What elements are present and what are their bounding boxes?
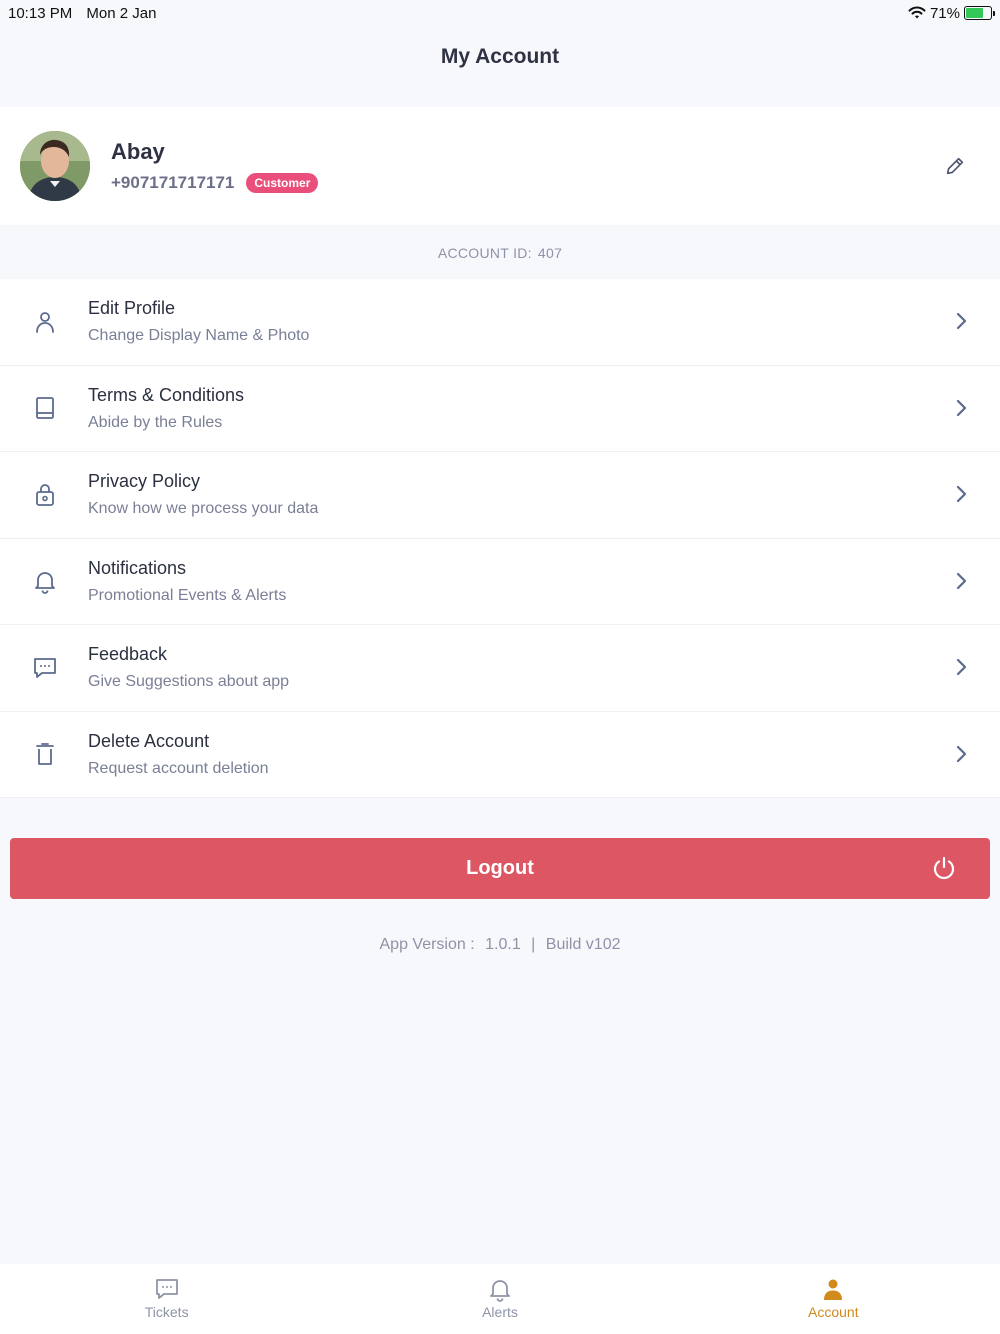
power-icon xyxy=(933,856,955,880)
book-icon xyxy=(36,397,54,420)
menu-title: Notifications xyxy=(88,557,187,578)
bell-icon xyxy=(35,572,55,595)
menu-text: Terms & Conditions Abide by the Rules xyxy=(88,385,244,432)
chevron-right-icon xyxy=(956,312,967,330)
profile-name: Abay xyxy=(111,139,165,164)
wifi-icon xyxy=(908,6,926,19)
account-id-label: ACCOUNT ID: xyxy=(437,244,532,261)
menu-text: Feedback Give Suggestions about app xyxy=(88,644,289,691)
menu-list: Edit Profile Change Display Name & Photo… xyxy=(0,279,1000,798)
battery-percent: 71% xyxy=(929,4,960,22)
chevron-right-icon xyxy=(956,745,967,762)
menu-item-notifications[interactable]: Notifications Promotional Events & Alert… xyxy=(0,538,1000,625)
tab-bar: Tickets Alerts Account xyxy=(0,1264,1000,1334)
status-right: 71% xyxy=(908,4,995,22)
tab-account[interactable]: Account xyxy=(667,1264,1000,1334)
chevron-right-icon xyxy=(956,572,967,589)
status-bar: 10:13 PM Mon 2 Jan 71% xyxy=(0,0,1000,26)
status-date: Mon 2 Jan xyxy=(86,4,157,22)
menu-title: Feedback xyxy=(88,644,168,665)
profile-phone: +907171717171 xyxy=(111,173,235,192)
role-badge: Customer xyxy=(246,173,319,193)
menu-item-edit-profile[interactable]: Edit Profile Change Display Name & Photo xyxy=(0,279,1000,366)
menu-item-delete-account[interactable]: Delete Account Request account deletion xyxy=(0,711,1000,798)
tab-tickets[interactable]: Tickets xyxy=(0,1264,333,1334)
person-icon xyxy=(824,1279,843,1300)
menu-item-terms[interactable]: Terms & Conditions Abide by the Rules xyxy=(0,365,1000,452)
menu-subtitle: Promotional Events & Alerts xyxy=(88,586,287,604)
pencil-icon[interactable] xyxy=(944,155,966,177)
chevron-right-icon xyxy=(956,399,967,416)
status-left: 10:13 PM Mon 2 Jan xyxy=(8,5,166,22)
menu-text: Privacy Policy Know how we process your … xyxy=(88,471,318,518)
logout-label: Logout xyxy=(466,857,534,879)
tab-label: Account xyxy=(808,1304,859,1320)
page-title: My Account xyxy=(440,45,560,68)
account-id-value: 407 xyxy=(537,244,563,261)
menu-subtitle: Give Suggestions about app xyxy=(88,673,290,691)
app-version-separator: | xyxy=(531,936,536,953)
message-icon xyxy=(34,657,56,678)
app-version-number: 1.0.1 xyxy=(485,936,521,953)
tab-alerts[interactable]: Alerts xyxy=(333,1264,666,1334)
menu-subtitle: Change Display Name & Photo xyxy=(88,327,310,345)
profile-info: Abay +907171717171 Customer xyxy=(111,139,319,193)
menu-item-privacy[interactable]: Privacy Policy Know how we process your … xyxy=(0,452,1000,539)
app-build: Build v102 xyxy=(545,936,621,953)
app-version: App Version : 1.0.1 | Build v102 xyxy=(0,936,1000,954)
app-version-label: App Version : xyxy=(379,936,475,953)
chevron-right-icon xyxy=(956,658,967,676)
menu-title: Edit Profile xyxy=(88,298,176,319)
bell-icon xyxy=(490,1280,510,1302)
menu-text: Delete Account Request account deletion xyxy=(88,731,269,778)
profile-card: Abay +907171717171 Customer xyxy=(0,107,1000,225)
menu-subtitle: Know how we process your data xyxy=(88,500,319,518)
menu-subtitle: Abide by the Rules xyxy=(88,413,223,431)
lock-icon xyxy=(36,483,54,506)
menu-subtitle: Request account deletion xyxy=(88,759,269,777)
menu-title: Privacy Policy xyxy=(88,471,201,492)
tab-label: Alerts xyxy=(482,1304,518,1320)
battery-fill xyxy=(966,8,984,18)
status-time: 10:13 PM xyxy=(8,4,73,22)
message-icon xyxy=(155,1279,178,1299)
menu-title: Delete Account xyxy=(88,730,210,751)
menu-text: Notifications Promotional Events & Alert… xyxy=(88,558,286,605)
avatar[interactable] xyxy=(20,131,90,201)
tab-label: Tickets xyxy=(144,1304,189,1320)
trash-icon xyxy=(36,743,54,766)
profile-sub: +907171717171 Customer xyxy=(111,173,319,193)
logout-button[interactable]: Logout xyxy=(10,838,990,899)
user-icon xyxy=(36,311,54,333)
avatar-photo xyxy=(20,131,90,201)
chevron-right-icon xyxy=(956,485,967,503)
battery-icon xyxy=(964,6,995,20)
account-id: ACCOUNT ID: 407 xyxy=(0,226,1000,279)
menu-title: Terms & Conditions xyxy=(88,384,245,405)
menu-item-feedback[interactable]: Feedback Give Suggestions about app xyxy=(0,625,1000,712)
menu-text: Edit Profile Change Display Name & Photo xyxy=(88,298,309,345)
